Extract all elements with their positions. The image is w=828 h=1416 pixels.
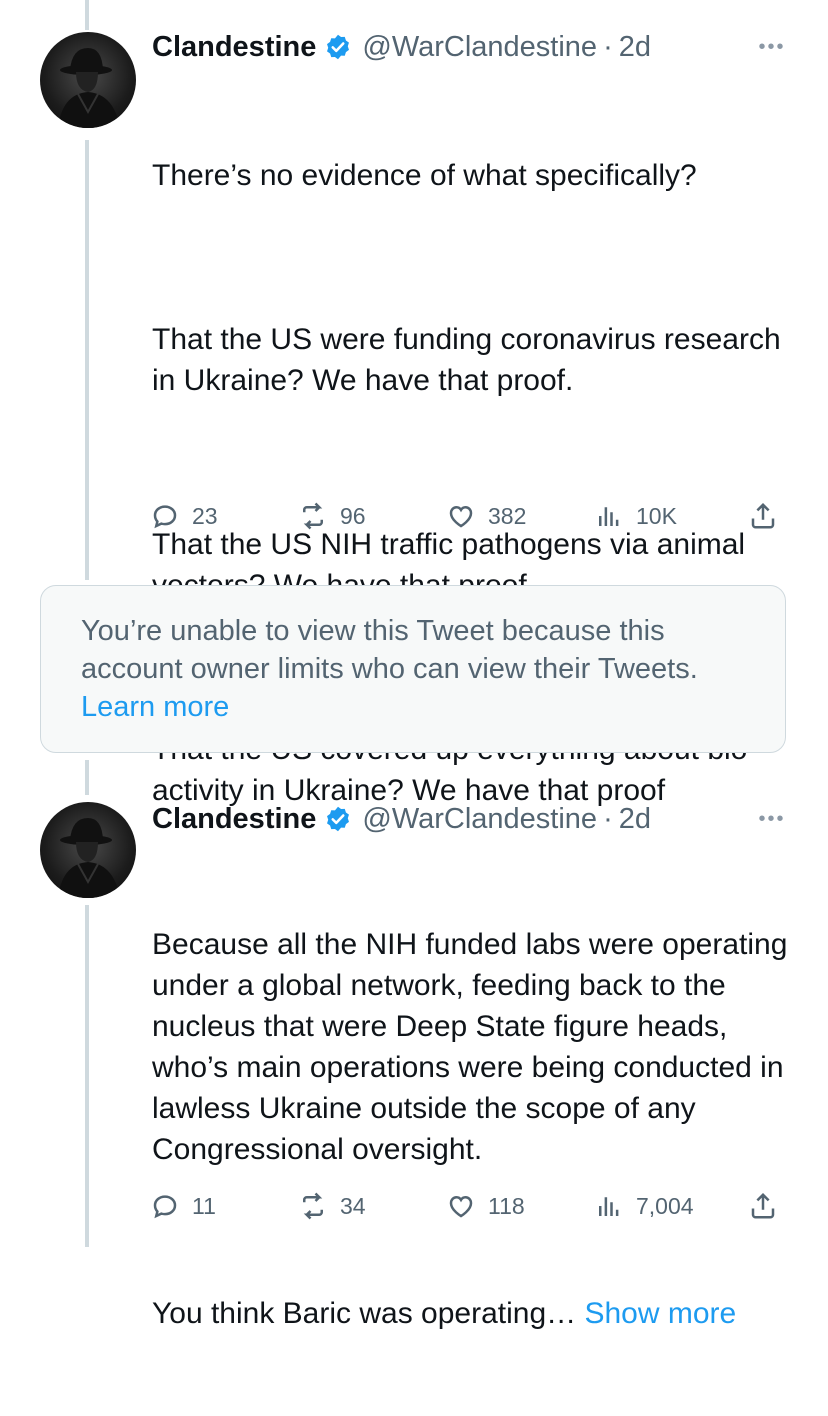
- tweet-actions: 23 96 382 10K: [150, 496, 790, 536]
- show-more-link[interactable]: Show more: [584, 1297, 736, 1330]
- retweet-icon: [303, 502, 323, 530]
- avatar[interactable]: [40, 32, 136, 128]
- retweet-button[interactable]: 34: [298, 1186, 366, 1226]
- tweet-time[interactable]: 2d: [619, 31, 651, 64]
- tweet-text: Because all the NIH funded labs were ope…: [152, 842, 792, 1416]
- reply-button[interactable]: 23: [150, 496, 218, 536]
- tweet-header: Clandestine @WarClandestine · 2d: [152, 799, 651, 839]
- retweet-button[interactable]: 96: [298, 496, 366, 536]
- avatar[interactable]: [40, 802, 136, 898]
- reply-icon: [153, 1195, 177, 1219]
- tweet-time[interactable]: 2d: [619, 803, 651, 836]
- retweet-count: 34: [340, 1192, 366, 1219]
- reply-count: 23: [192, 502, 218, 529]
- more-icon[interactable]: •••: [752, 36, 792, 58]
- thread-line-2: [85, 760, 89, 795]
- learn-more-link[interactable]: Learn more: [81, 691, 229, 723]
- verified-badge-icon: [324, 805, 352, 833]
- views-count: 10K: [636, 502, 677, 529]
- views-icon: [599, 1197, 619, 1216]
- reply-button[interactable]: 11: [150, 1186, 216, 1226]
- heart-icon: [449, 505, 473, 528]
- views-count: 7,004: [636, 1192, 694, 1219]
- more-icon[interactable]: •••: [752, 808, 792, 830]
- author-name[interactable]: Clandestine: [152, 803, 316, 836]
- tweet-header: Clandestine @WarClandestine · 2d: [152, 27, 651, 67]
- views-icon: [599, 507, 619, 526]
- thread-line-top: [85, 0, 89, 30]
- views-button[interactable]: 10K: [594, 496, 677, 536]
- retweet-count: 96: [340, 502, 366, 529]
- verified-badge-icon: [324, 33, 352, 61]
- like-button[interactable]: 382: [446, 496, 526, 536]
- tweet-paragraph: That the US were funding coronavirus res…: [152, 323, 789, 397]
- truncated-text: You think Baric was operating…: [152, 1297, 577, 1330]
- author-handle[interactable]: @WarClandestine: [362, 803, 597, 836]
- views-button[interactable]: 7,004: [594, 1186, 694, 1226]
- share-icon: [751, 502, 775, 529]
- author-handle[interactable]: @WarClandestine: [362, 31, 597, 64]
- reply-count: 11: [192, 1192, 216, 1219]
- like-count: 382: [488, 502, 527, 529]
- tweet-paragraph: Because all the NIH funded labs were ope…: [152, 928, 796, 1166]
- retweet-icon: [303, 1192, 323, 1220]
- separator-dot: ·: [603, 30, 613, 63]
- reply-icon: [153, 505, 177, 529]
- separator-dot: ·: [603, 802, 613, 835]
- like-count: 118: [488, 1192, 525, 1219]
- restricted-tweet-notice: You’re unable to view this Tweet because…: [40, 585, 786, 753]
- share-button[interactable]: [748, 496, 778, 536]
- heart-icon: [449, 1195, 473, 1218]
- share-icon: [751, 1192, 775, 1219]
- author-name[interactable]: Clandestine: [152, 31, 316, 64]
- tweet-paragraph-truncated: You think Baric was operating… Show more: [152, 1293, 792, 1334]
- tweet-text: There’s no evidence of what specifically…: [152, 73, 792, 893]
- thread-line-3: [85, 905, 89, 1247]
- tweet-paragraph: There’s no evidence of what specifically…: [152, 159, 697, 192]
- share-button[interactable]: [748, 1186, 778, 1226]
- like-button[interactable]: 118: [446, 1186, 525, 1226]
- restricted-message: You’re unable to view this Tweet because…: [81, 615, 698, 685]
- tweet-actions: 11 34 118 7,004: [150, 1186, 790, 1226]
- thread-line-1: [85, 140, 89, 580]
